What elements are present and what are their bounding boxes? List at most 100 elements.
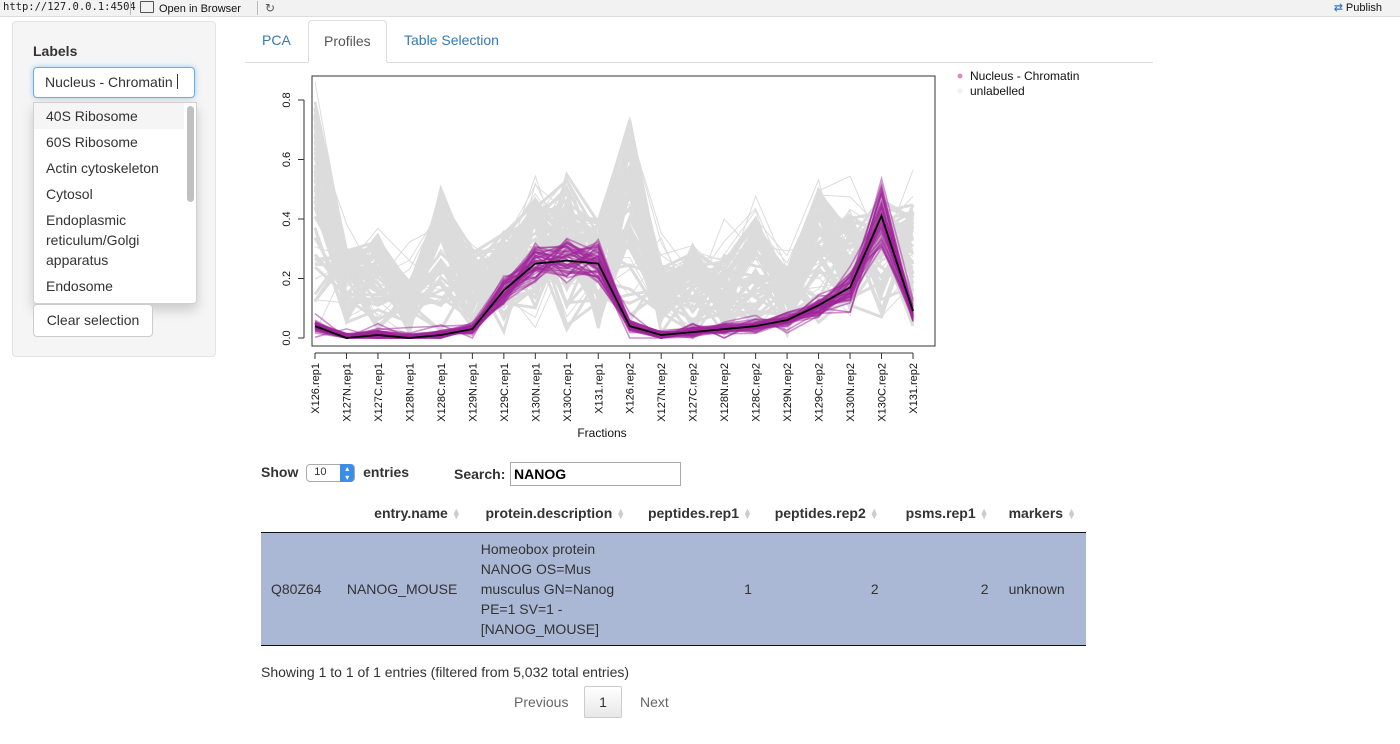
search-label: Search:	[454, 466, 506, 482]
tab-table-selection[interactable]: Table Selection	[389, 20, 514, 62]
cell-description: Homeobox protein NANOG OS=Mus musculus G…	[470, 532, 636, 646]
dropdown-option[interactable]: Actin cytoskeleton	[34, 155, 184, 181]
legend-marker-labelled	[957, 73, 963, 79]
cell-id: Q80Z64	[261, 532, 337, 646]
column-header-peptides-rep2[interactable]: peptides.rep2 ▲ ▼	[761, 494, 889, 533]
x-tick-label: X127C.rep1	[373, 363, 385, 422]
column-header-label: peptides.rep1	[647, 505, 739, 521]
plot-legend: Nucleus - Chromatinunlabelled	[957, 69, 1079, 98]
y-tick-label: 0.8	[281, 92, 293, 107]
column-header-protein-description[interactable]: protein.description ▲ ▼	[470, 494, 636, 533]
column-header-label: markers	[1008, 505, 1064, 521]
x-tick-label: X128N.rep2	[719, 363, 731, 422]
column-header-label: protein.description	[485, 505, 613, 521]
table-info: Showing 1 to 1 of 1 entries (filtered fr…	[261, 664, 630, 680]
sort-icon: ▲ ▼	[451, 506, 461, 522]
y-tick-label: 0.6	[281, 152, 293, 167]
cell-peptides-rep2: 2	[761, 532, 889, 646]
sort-icon: ▲ ▼	[979, 506, 989, 522]
column-header-markers[interactable]: markers ▲ ▼	[998, 494, 1086, 533]
column-header-rownames[interactable]	[261, 494, 337, 533]
column-header-psms-rep1[interactable]: psms.rep1 ▲ ▼	[888, 494, 999, 533]
column-header-label: psms.rep1	[905, 505, 976, 521]
sort-icon: ▲ ▼	[869, 506, 879, 522]
page-length-select[interactable]: 10 ▴ ▾	[306, 464, 356, 483]
previous-button[interactable]: Previous	[514, 686, 568, 718]
x-tick-label: X129C.rep2	[814, 363, 826, 422]
x-tick-label: X128N.rep1	[404, 363, 416, 422]
clear-selection-button[interactable]: Clear selection	[33, 304, 153, 337]
cell-peptides-rep1: 1	[635, 532, 762, 646]
publish-button[interactable]: ⇄ Publish	[1334, 1, 1382, 14]
cell-markers: unknown	[998, 532, 1086, 646]
x-tick-label: X127N.rep2	[656, 363, 668, 422]
toolbar-divider	[130, 1, 131, 15]
x-tick-label: X130C.rep1	[562, 363, 574, 422]
x-tick-label: X131.rep1	[593, 363, 605, 414]
legend-marker-unlabelled	[957, 88, 963, 94]
main-tabs: PCA Profiles Table Selection	[245, 20, 1153, 63]
publish-icon: ⇄	[1333, 2, 1343, 14]
x-tick-label: X129N.rep1	[467, 363, 479, 422]
show-label: Show	[261, 464, 299, 480]
column-header-entry-name[interactable]: entry.name ▲ ▼	[336, 494, 471, 533]
x-tick-label: X128C.rep2	[751, 363, 763, 422]
dropdown-option[interactable]: Endosome	[34, 273, 184, 299]
x-tick-label: X127N.rep1	[341, 363, 353, 422]
search-control: Search:	[454, 462, 681, 486]
results-table: entry.name ▲ ▼ protein.description ▲ ▼ pepti…	[261, 494, 1086, 646]
x-tick-label: X129N.rep2	[782, 363, 794, 422]
refresh-icon[interactable]: ↻	[265, 1, 275, 15]
url-text: http://127.0.0.1:4504	[3, 1, 136, 13]
x-axis-title: Fractions	[577, 426, 626, 440]
selected-label: Nucleus - Chromatin	[45, 74, 173, 90]
length-control: Show 10 ▴ ▾ entries	[261, 464, 410, 483]
dropdown-scrollbar[interactable]	[187, 106, 194, 202]
tab-pca[interactable]: PCA	[247, 20, 306, 62]
open-in-browser-label: Open in Browser	[159, 3, 241, 15]
sidebar-panel: Labels Nucleus - Chromatin 40S Ribosome …	[12, 21, 216, 357]
toolbar-divider	[257, 1, 258, 15]
x-tick-label: X126.rep2	[625, 363, 637, 414]
open-in-browser-button[interactable]: Open in Browser	[140, 1, 241, 15]
x-tick-label: X128C.rep1	[436, 363, 448, 422]
viewer-toolbar: http://127.0.0.1:4504 Open in Browser ↻ …	[0, 0, 1400, 17]
dropdown-option[interactable]: 40S Ribosome	[34, 103, 184, 129]
search-input[interactable]	[510, 462, 681, 486]
x-tick-label: X130N.rep1	[530, 363, 542, 422]
sort-icon: ▲ ▼	[743, 506, 752, 522]
table-row[interactable]: Q80Z64 NANOG_MOUSE Homeobox protein NANO…	[261, 532, 1086, 646]
page-1-button[interactable]: 1	[584, 686, 622, 718]
x-tick-label: X130C.rep2	[877, 363, 889, 422]
column-header-label: entry.name	[374, 505, 448, 521]
x-tick-label: X126.rep1	[310, 363, 322, 414]
x-tick-label: X131.rep2	[908, 363, 920, 414]
column-header-label: peptides.rep2	[774, 505, 866, 521]
y-tick-label: 0.4	[281, 211, 293, 226]
entries-label: entries	[363, 464, 410, 480]
x-tick-label: X130N.rep2	[845, 363, 857, 422]
next-button[interactable]: Next	[640, 686, 669, 718]
tab-profiles[interactable]: Profiles	[308, 20, 387, 63]
page-length-value: 10	[314, 466, 327, 479]
window-icon	[140, 1, 154, 13]
cell-entry-name: NANOG_MOUSE	[336, 532, 471, 646]
table-header-row: entry.name ▲ ▼ protein.description ▲ ▼ pepti…	[261, 494, 1086, 533]
dropdown-option[interactable]: Cytosol	[34, 181, 184, 207]
labels-dropdown[interactable]: 40S Ribosome 60S Ribosome Actin cytoskel…	[33, 102, 197, 304]
publish-label: Publish	[1345, 2, 1382, 14]
select-arrows-icon: ▴ ▾	[340, 464, 355, 483]
column-header-peptides-rep1[interactable]: peptides.rep1 ▲ ▼	[635, 494, 762, 533]
labels-select-input[interactable]: Nucleus - Chromatin	[33, 67, 195, 98]
labels-heading: Labels	[33, 43, 78, 59]
sort-icon: ▲ ▼	[1067, 506, 1076, 522]
legend-label-unlabelled: unlabelled	[970, 84, 1025, 98]
x-tick-label: X127C.rep2	[688, 363, 700, 422]
profiles-plot: 0.0 0.2 0.4 0.6 0.8 X126.rep1 X127N.rep1 X127C.…	[281, 69, 1079, 440]
dropdown-option[interactable]: Endoplasmic reticulum/Golgi apparatus	[34, 207, 184, 273]
sort-icon: ▲ ▼	[616, 506, 626, 522]
dropdown-option[interactable]: 60S Ribosome	[34, 129, 184, 155]
cell-psms-rep1: 2	[888, 532, 999, 646]
text-cursor	[176, 74, 178, 89]
y-tick-label: 0.0	[281, 330, 293, 345]
